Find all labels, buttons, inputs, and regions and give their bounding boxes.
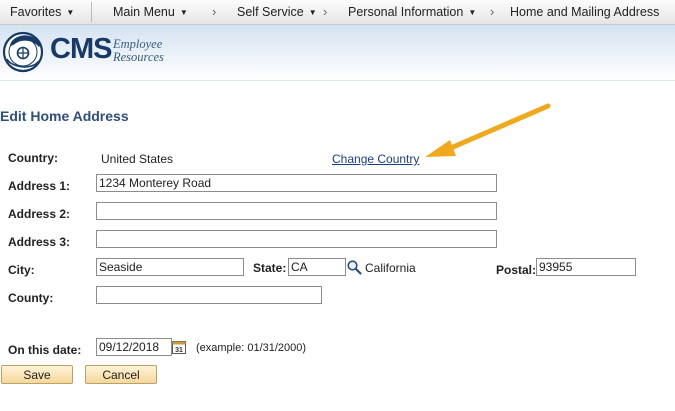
address2-input[interactable]	[96, 202, 497, 220]
date-label: On this date:	[8, 343, 82, 357]
address1-label: Address 1:	[8, 179, 71, 193]
nav-personal-information[interactable]: Personal Information ▼	[348, 0, 476, 24]
postal-label: Postal:	[496, 263, 537, 277]
cms-seal-logo-icon	[2, 31, 44, 73]
magnifier-icon[interactable]	[346, 259, 362, 275]
caret-down-icon: ▼	[308, 8, 317, 17]
address2-label: Address 2:	[8, 207, 71, 221]
caret-down-icon: ▼	[66, 8, 75, 17]
address3-input[interactable]	[96, 230, 497, 248]
logo-sub-line2: Resources	[113, 50, 164, 64]
page-title: Edit Home Address	[0, 108, 129, 124]
cms-logo-text: CMS	[50, 33, 112, 65]
nav-home-mailing-address[interactable]: Home and Mailing Address	[510, 0, 659, 24]
change-country-link[interactable]: Change Country	[332, 152, 419, 166]
employee-resources-logo-text: Employee Resources	[113, 38, 164, 64]
country-label: Country:	[8, 151, 58, 165]
nav-self-service-label: Self Service	[237, 5, 304, 19]
county-label: County:	[8, 291, 54, 305]
caret-down-icon: ▼	[468, 8, 477, 17]
date-example-hint: (example: 01/31/2000)	[196, 342, 307, 354]
top-navigation-bar: Favorites ▼ Main Menu ▼ › Self Service ▼ › …	[0, 0, 675, 25]
postal-input[interactable]: 93955	[536, 258, 636, 276]
nav-self-service[interactable]: Self Service ▼	[237, 0, 317, 24]
nav-divider	[91, 2, 92, 22]
date-input[interactable]: 09/12/2018	[96, 338, 172, 356]
address1-input[interactable]: 1234 Monterey Road	[96, 174, 497, 192]
header-banner: CMS Employee Resources	[0, 25, 675, 81]
nav-main-menu-label: Main Menu	[113, 5, 175, 19]
county-input[interactable]	[96, 286, 322, 304]
state-name: California	[365, 261, 416, 275]
state-label: State:	[253, 261, 287, 275]
annotation-arrow-icon	[425, 103, 551, 157]
caret-down-icon: ▼	[179, 8, 188, 17]
cancel-button[interactable]: Cancel	[85, 365, 157, 384]
country-value: United States	[101, 152, 174, 166]
city-input[interactable]: Seaside	[96, 258, 244, 276]
save-button[interactable]: Save	[1, 365, 73, 384]
breadcrumb-separator-icon: ›	[490, 4, 495, 19]
nav-main-menu[interactable]: Main Menu ▼	[113, 0, 188, 24]
nav-favorites-menu[interactable]: Favorites ▼	[10, 0, 74, 24]
nav-favorites-label: Favorites	[10, 5, 62, 19]
nav-personal-information-label: Personal Information	[348, 5, 464, 19]
address3-label: Address 3:	[8, 235, 71, 249]
calendar-icon[interactable]: 31	[172, 340, 186, 354]
calendar-icon-text: 31	[175, 347, 183, 354]
breadcrumb-separator-icon: ›	[323, 4, 328, 19]
city-label: City:	[8, 263, 35, 277]
breadcrumb-separator-icon: ›	[212, 4, 217, 19]
state-input[interactable]: CA	[288, 258, 346, 276]
